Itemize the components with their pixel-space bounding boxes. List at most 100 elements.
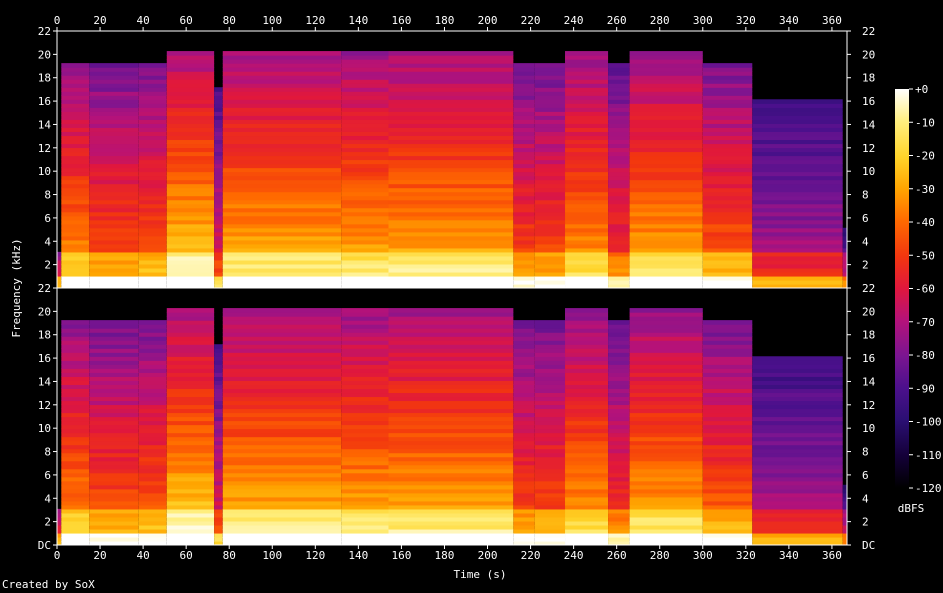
- spectrogram-cell: [752, 356, 843, 361]
- spectrogram-cell: [513, 424, 535, 430]
- spectrogram-cell: [629, 275, 703, 281]
- x-tick-label-top: 280: [650, 14, 670, 27]
- spectrogram-cell: [61, 492, 90, 498]
- spectrogram-cell: [89, 175, 139, 181]
- spectrogram-cell: [534, 456, 566, 462]
- spectrogram-cell: [89, 271, 139, 277]
- spectrogram-cell: [513, 500, 535, 506]
- spectrogram-cell: [629, 199, 703, 205]
- spectrogram-cell: [166, 432, 215, 438]
- spectrogram-cell: [608, 127, 630, 132]
- spectrogram-cell: [222, 484, 342, 490]
- spectrogram-cell: [222, 352, 342, 357]
- spectrogram-cell: [702, 472, 753, 478]
- spectrogram-cell: [388, 504, 514, 510]
- spectrogram-cell: [702, 404, 753, 410]
- spectrogram-cell: [388, 464, 514, 470]
- spectrogram-cell: [534, 111, 566, 116]
- spectrogram-cell: [138, 384, 167, 389]
- spectrogram-cell: [89, 388, 139, 394]
- spectrogram-cell: [513, 468, 535, 474]
- spectrogram-cell: [138, 484, 167, 490]
- y-tick-label-left: 20: [38, 305, 51, 318]
- spectrogram-cell: [608, 488, 630, 494]
- spectrogram-cell: [341, 328, 389, 333]
- spectrogram-cell: [608, 223, 630, 229]
- spectrogram-cell: [388, 51, 514, 56]
- spectrogram-cell: [341, 203, 389, 209]
- spectrogram-cell: [222, 396, 342, 402]
- spectrogram-cell: [752, 508, 843, 514]
- spectrogram-cell: [702, 147, 753, 153]
- spectrogram-cell: [388, 444, 514, 450]
- spectrogram-cell: [341, 235, 389, 241]
- spectrogram-cell: [752, 139, 843, 145]
- spectrogram-cell: [341, 408, 389, 414]
- spectrogram-cell: [222, 163, 342, 169]
- spectrogram-cell: [388, 195, 514, 201]
- spectrogram-cell: [61, 388, 90, 394]
- spectrogram-cell: [629, 155, 703, 161]
- spectrogram-cell: [842, 516, 847, 522]
- spectrogram-cell: [388, 219, 514, 225]
- spectrogram-cell: [61, 484, 90, 490]
- spectrogram-cell: [89, 187, 139, 193]
- spectrogram-cell: [138, 392, 167, 398]
- spectrogram-cell: [388, 316, 514, 321]
- spectrogram-cell: [608, 320, 630, 325]
- spectrogram-cell: [89, 179, 139, 185]
- spectrogram-cell: [565, 436, 609, 442]
- spectrogram-cell: [138, 115, 167, 120]
- spectrogram-cell: [214, 107, 223, 112]
- spectrogram-cell: [214, 139, 223, 145]
- spectrogram-cell: [702, 239, 753, 245]
- spectrogram-cell: [61, 372, 90, 377]
- spectrogram-cell: [608, 99, 630, 104]
- spectrogram-cell: [388, 111, 514, 116]
- spectrogram-cell: [214, 444, 223, 450]
- spectrogram-cell: [629, 67, 703, 72]
- spectrogram-cell: [608, 159, 630, 165]
- spectrogram-cell: [608, 392, 630, 398]
- spectrogram-cell: [138, 408, 167, 414]
- spectrogram-cell: [166, 360, 215, 365]
- spectrogram-cell: [513, 111, 535, 116]
- spectrogram-cell: [341, 75, 389, 80]
- spectrogram-cell: [222, 372, 342, 377]
- spectrogram-cell: [166, 308, 215, 313]
- spectrogram-cell: [341, 504, 389, 510]
- spectrogram-cell: [166, 271, 215, 277]
- spectrogram-cell: [166, 508, 215, 514]
- spectrogram-segment: [842, 484, 847, 545]
- spectrogram-cell: [388, 512, 514, 518]
- spectrogram-cell: [341, 55, 389, 60]
- spectrogram-cell: [565, 195, 609, 201]
- spectrogram-cell: [534, 508, 566, 514]
- spectrogram-cell: [341, 79, 389, 84]
- spectrogram-cell: [89, 496, 139, 502]
- spectrogram-cell: [702, 488, 753, 494]
- spectrogram-cell: [534, 247, 566, 253]
- spectrogram-cell: [534, 536, 566, 542]
- spectrogram-cell: [388, 404, 514, 410]
- spectrogram-cell: [513, 127, 535, 132]
- spectrogram-cell: [565, 452, 609, 458]
- spectrogram-cell: [89, 171, 139, 177]
- spectrogram-cell: [166, 480, 215, 486]
- spectrogram-cell: [842, 504, 847, 510]
- spectrogram-cell: [341, 496, 389, 502]
- spectrogram-cell: [138, 356, 167, 361]
- x-tick-label-top: 160: [391, 14, 411, 27]
- spectrogram-cell: [565, 87, 609, 92]
- spectrogram-cell: [61, 215, 90, 221]
- spectrogram-cell: [388, 63, 514, 68]
- spectrogram-cell: [752, 267, 843, 273]
- spectrogram-cell: [388, 227, 514, 233]
- spectrogram-cell: [138, 440, 167, 446]
- spectrogram-cell: [608, 107, 630, 112]
- spectrogram-cell: [565, 171, 609, 177]
- spectrogram-segment: [222, 308, 342, 545]
- spectrogram-cell: [629, 95, 703, 100]
- spectrogram-cell: [166, 259, 215, 265]
- spectrogram-cell: [222, 279, 342, 285]
